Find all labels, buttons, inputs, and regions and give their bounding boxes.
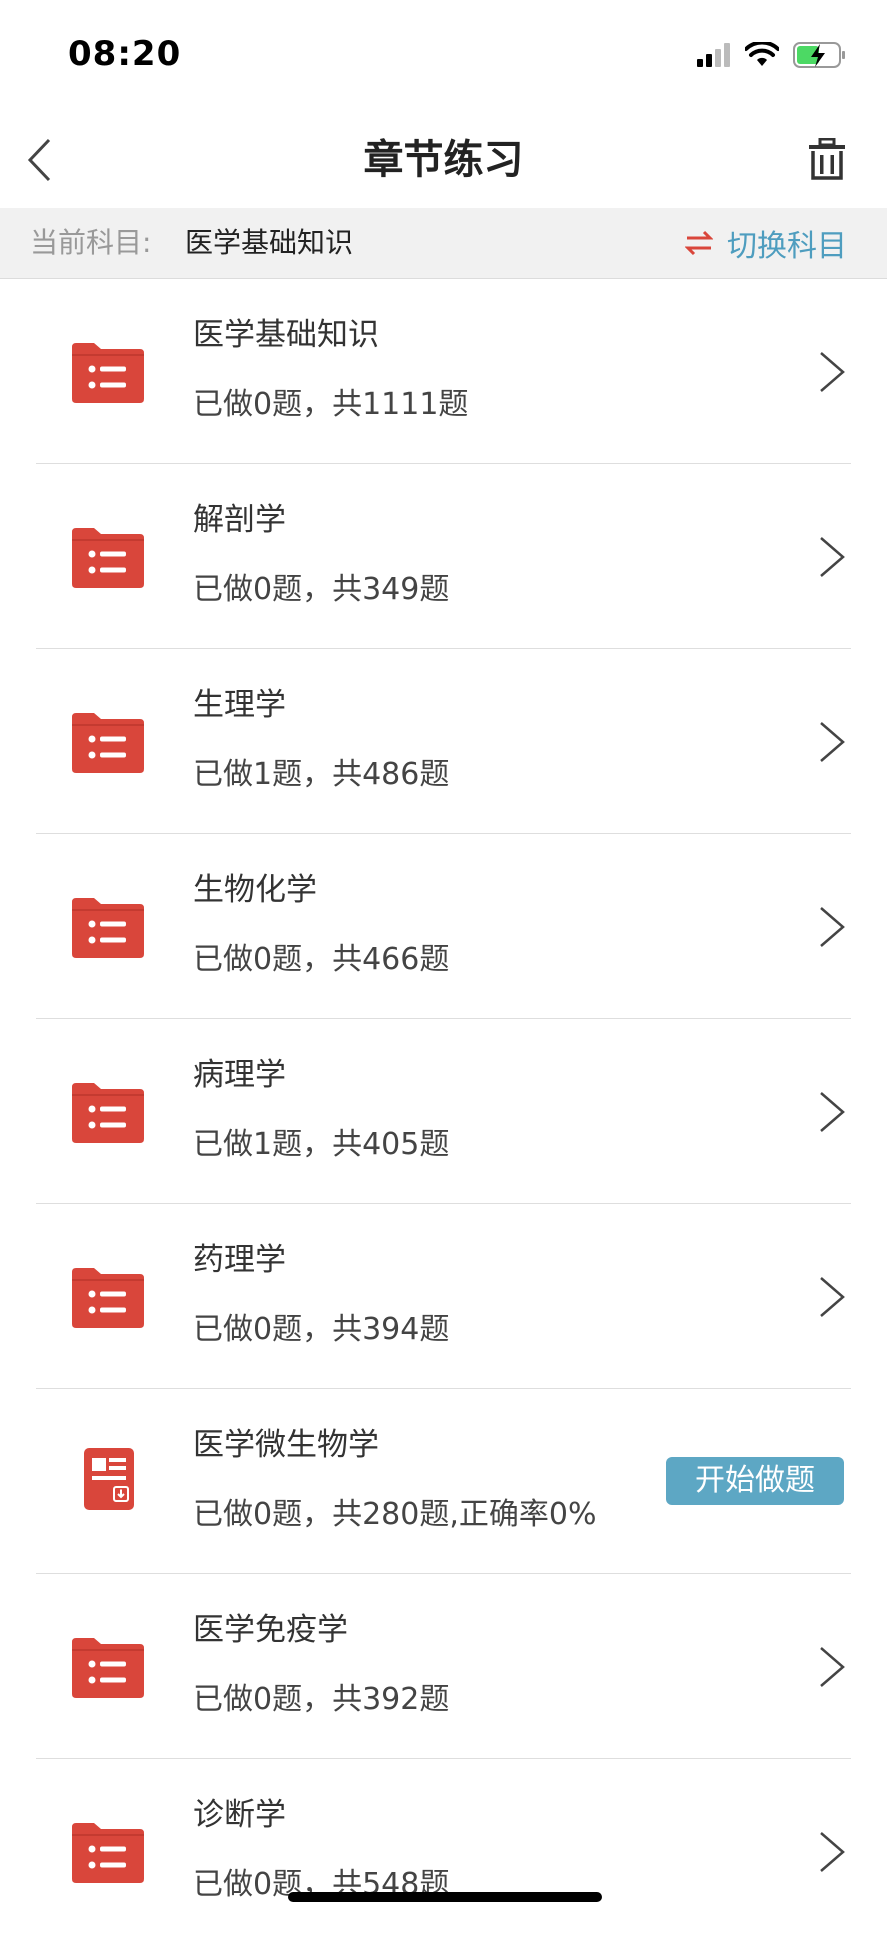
chapter-progress: 已做1题，共405题	[193, 1127, 450, 1162]
chevron-right-icon	[820, 1092, 845, 1132]
current-subject: 医学基础知识	[185, 226, 354, 259]
chapter-title: 解剖学	[193, 502, 286, 538]
folder-list-icon	[72, 713, 144, 773]
switch-subject-button[interactable]: 切换科目	[685, 208, 847, 278]
chapter-item[interactable]: 病理学 已做1题，共405题	[0, 1019, 887, 1204]
chapter-item[interactable]: 生理学 已做1题，共486题	[0, 649, 887, 834]
switch-subject-label: 切换科目	[727, 229, 847, 264]
chapter-title: 医学基础知识	[193, 317, 379, 353]
subject-bar: 当前科目: 医学基础知识 切换科目	[0, 208, 887, 279]
start-practice-button[interactable]: 开始做题	[666, 1457, 844, 1505]
chevron-right-icon	[820, 907, 845, 947]
chapter-title: 药理学	[193, 1242, 286, 1278]
home-indicator	[288, 1892, 602, 1902]
battery-charging-icon	[793, 41, 847, 73]
swap-arrows-icon	[685, 230, 713, 256]
chevron-right-icon	[820, 1832, 845, 1872]
chapter-item[interactable]: 诊断学 已做0题，共548题	[0, 1759, 887, 1944]
folder-list-icon	[72, 1083, 144, 1143]
folder-list-icon	[72, 1823, 144, 1883]
chapter-progress: 已做0题，共394题	[193, 1312, 450, 1347]
chapter-item[interactable]: 解剖学 已做0题，共349题	[0, 464, 887, 649]
chapter-progress: 已做0题，共1111题	[193, 387, 469, 422]
chapter-progress: 已做0题，共466题	[193, 942, 450, 977]
chapter-title: 生理学	[193, 687, 286, 723]
chevron-right-icon	[820, 352, 845, 392]
chapter-title: 医学免疫学	[193, 1612, 348, 1648]
chapter-title: 生物化学	[193, 872, 317, 908]
chapter-progress: 已做1题，共486题	[193, 757, 450, 792]
status-time: 08:20	[68, 34, 182, 74]
chevron-right-icon	[820, 1647, 845, 1687]
exercise-sheet-icon	[84, 1448, 134, 1510]
chapter-title: 病理学	[193, 1057, 286, 1093]
status-bar: 08:20	[0, 0, 887, 110]
chapter-item[interactable]: 医学微生物学 已做0题，共280题,正确率0% 开始做题	[0, 1389, 887, 1574]
chapter-title: 医学微生物学	[193, 1427, 379, 1463]
page-title: 章节练习	[363, 137, 524, 183]
chapter-item[interactable]: 医学基础知识 已做0题，共1111题	[0, 279, 887, 464]
folder-list-icon	[72, 528, 144, 588]
status-icons	[697, 38, 847, 76]
navigation-bar: 章节练习	[0, 110, 887, 208]
chapter-progress: 已做0题，共349题	[193, 572, 450, 607]
folder-list-icon	[72, 1268, 144, 1328]
chapter-item[interactable]: 医学免疫学 已做0题，共392题	[0, 1574, 887, 1759]
chevron-right-icon	[820, 537, 845, 577]
folder-list-icon	[72, 898, 144, 958]
chapter-list: 医学基础知识 已做0题，共1111题 解剖学 已做0题，共349题 生理学 已做…	[0, 279, 887, 1944]
chapter-item[interactable]: 生物化学 已做0题，共466题	[0, 834, 887, 1019]
folder-list-icon	[72, 343, 144, 403]
chapter-item[interactable]: 药理学 已做0题，共394题	[0, 1204, 887, 1389]
wifi-icon	[744, 40, 780, 72]
chapter-progress: 已做0题，共280题,正确率0%	[193, 1497, 597, 1532]
chevron-right-icon	[820, 1277, 845, 1317]
trash-icon	[809, 138, 845, 180]
chapter-title: 诊断学	[193, 1797, 286, 1833]
folder-list-icon	[72, 1638, 144, 1698]
delete-button[interactable]	[797, 130, 857, 190]
chapter-progress: 已做0题，共392题	[193, 1682, 450, 1717]
cellular-signal-icon	[697, 43, 731, 71]
chevron-right-icon	[820, 722, 845, 762]
subject-label: 当前科目:	[30, 226, 152, 259]
